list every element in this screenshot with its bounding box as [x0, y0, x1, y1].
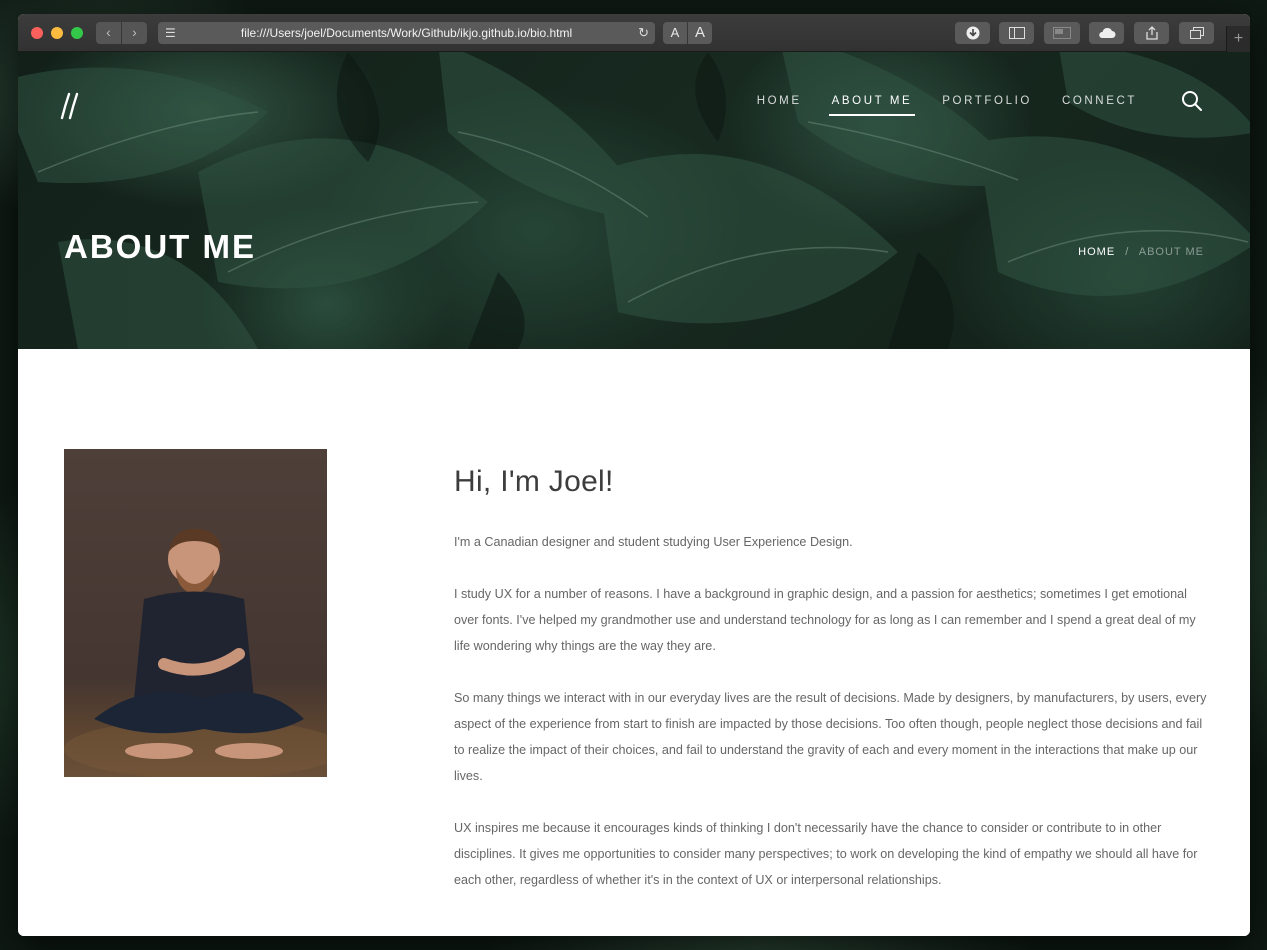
page-title: ABOUT ME [64, 228, 256, 265]
forward-button[interactable]: › [122, 22, 147, 44]
bio-paragraph-4: UX inspires me because it encourages kin… [454, 821, 1198, 887]
breadcrumb-separator: / [1125, 246, 1130, 258]
text-smaller-button[interactable]: A [663, 22, 687, 44]
hero-banner: HOME ABOUT ME PORTFOLIO CONNECT ABOUT ME… [18, 52, 1250, 349]
site-logo[interactable] [60, 92, 80, 127]
breadcrumb: HOME / ABOUT ME [1078, 246, 1204, 258]
downloads-icon[interactable] [955, 22, 990, 44]
back-button[interactable]: ‹ [96, 22, 121, 44]
portrait-photo [64, 449, 327, 777]
bio-section: Hi, I'm Joel! I'm a Canadian designer an… [454, 465, 1210, 919]
cloud-icon[interactable] [1089, 22, 1124, 44]
browser-window: ‹ › ☰ file:///Users/joel/Documents/Work/… [18, 14, 1250, 936]
browser-toolbar: ‹ › ☰ file:///Users/joel/Documents/Work/… [18, 14, 1250, 52]
nav-about-me[interactable]: ABOUT ME [817, 92, 928, 116]
logo-icon [60, 92, 79, 120]
search-icon[interactable] [1181, 90, 1203, 117]
sidebar-icon[interactable] [999, 22, 1034, 44]
bio-paragraph-2: I study UX for a number of reasons. I ha… [454, 587, 1196, 653]
breadcrumb-current: ABOUT ME [1138, 246, 1204, 258]
share-icon[interactable] [1134, 22, 1169, 44]
nav-home[interactable]: HOME [742, 92, 817, 116]
text-larger-button[interactable]: A [688, 22, 712, 44]
url-text: file:///Users/joel/Documents/Work/Github… [240, 26, 573, 40]
new-tab-button[interactable]: + [1226, 26, 1250, 52]
nav-portfolio[interactable]: PORTFOLIO [927, 92, 1047, 116]
nav-connect[interactable]: CONNECT [1047, 92, 1152, 116]
address-bar[interactable]: ☰ file:///Users/joel/Documents/Work/Gith… [158, 22, 655, 44]
minimize-window-button[interactable] [51, 27, 63, 39]
main-nav: HOME ABOUT ME PORTFOLIO CONNECT [742, 92, 1152, 116]
picture-in-picture-icon[interactable] [1044, 22, 1080, 44]
main-content: Hi, I'm Joel! I'm a Canadian designer an… [18, 349, 1250, 936]
tabs-overview-icon[interactable] [1179, 22, 1214, 44]
close-window-button[interactable] [31, 27, 43, 39]
reader-view-icon[interactable]: ☰ [165, 22, 176, 44]
breadcrumb-home[interactable]: HOME [1078, 246, 1115, 258]
fullscreen-window-button[interactable] [71, 27, 83, 39]
bio-heading: Hi, I'm Joel! [454, 465, 614, 498]
bio-paragraph-3: So many things we interact with in our e… [454, 691, 1207, 783]
portrait-figure [64, 528, 327, 777]
bio-paragraph-1: I'm a Canadian designer and student stud… [454, 535, 853, 549]
reload-icon[interactable]: ↻ [638, 22, 649, 44]
